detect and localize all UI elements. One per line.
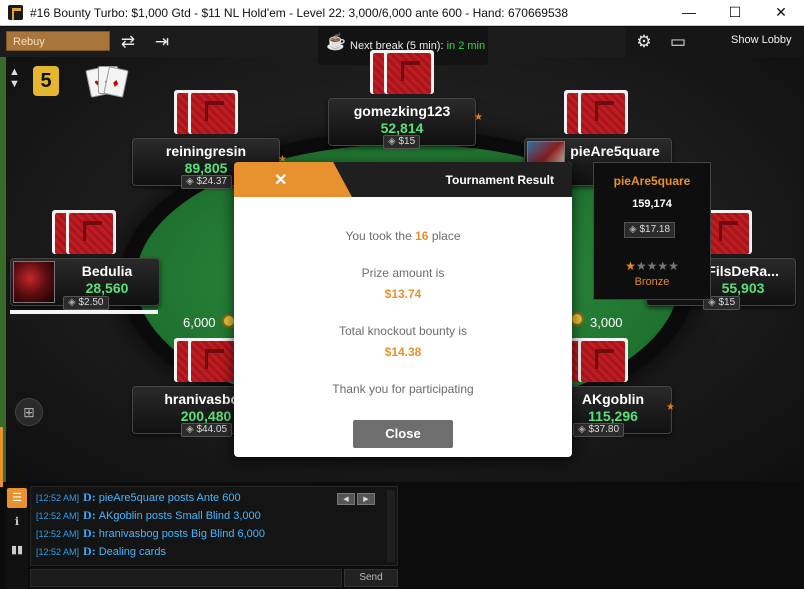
tooltip-rank: Bronze <box>634 276 670 288</box>
prize-label: Prize amount is <box>361 266 445 280</box>
player-stack: 115,296 <box>588 408 638 424</box>
next-break-eta: in 2 min <box>446 40 486 52</box>
info-icon[interactable]: ℹ <box>7 512 27 532</box>
avatar <box>13 261 55 303</box>
player-name: AKgoblin <box>581 391 645 407</box>
chat-line: [12:52 AM] D: Dealing cards <box>36 544 166 558</box>
player-seat-gomezking123[interactable]: gomezking123 52,814 $15 <box>328 98 476 149</box>
star-icon: ★ <box>666 402 675 413</box>
refresh-icon[interactable]: ⇄ <box>114 31 142 53</box>
player-name: pieAre5quare <box>570 143 660 159</box>
minimize-button[interactable]: — <box>666 0 712 26</box>
chat-line: [12:52 AM] D: AKgoblin posts Small Blind 3… <box>36 508 261 522</box>
dealer-icon: D: <box>83 544 96 558</box>
hole-cards <box>174 90 238 134</box>
close-button[interactable]: Close <box>353 420 453 448</box>
rating-stars: ★★★★★ <box>625 259 679 273</box>
chip-stack-icon <box>570 312 584 326</box>
app-logo-icon <box>8 5 23 20</box>
bounty-value: $14.38 <box>384 345 422 359</box>
place-line: You took the 16 place <box>345 229 461 243</box>
table-layout-icon[interactable]: ▭ <box>664 31 692 53</box>
bet-amount-left: 6,000 <box>183 315 216 330</box>
rebuy-button[interactable]: Rebuy <box>6 31 110 51</box>
player-bounty: $15 <box>383 135 421 149</box>
bounty-label: Total knockout bounty is <box>338 324 468 338</box>
star-icon: ★ <box>474 112 483 123</box>
dealer-icon: D: <box>83 526 96 540</box>
player-bounty: $44.05 <box>181 423 233 437</box>
tooltip-bounty: $17.18 <box>624 222 676 238</box>
hole-cards <box>370 50 434 94</box>
level-badge: 5 <box>33 66 59 96</box>
hole-cards <box>564 338 628 382</box>
chat-input[interactable] <box>30 569 342 587</box>
leave-table-icon[interactable]: ⇥ <box>148 31 176 53</box>
dealer-icon: D: <box>83 490 96 504</box>
hole-cards <box>174 338 238 382</box>
dealer-icon: D: <box>83 508 96 522</box>
send-button[interactable]: Send <box>344 569 398 587</box>
thanks-text: Thank you for participating <box>332 382 474 396</box>
settings-gear-icon[interactable]: ⚙ <box>630 31 658 53</box>
close-window-button[interactable]: ✕ <box>758 0 804 26</box>
chat-prev-button[interactable]: ◀ <box>337 493 355 505</box>
chat-scrollbar[interactable] <box>387 490 395 562</box>
cards-badge-icon: ♥ ♠ ♦ <box>85 64 129 98</box>
close-dialog-icon[interactable]: ✕ <box>274 170 287 190</box>
player-bounty: $24.37 <box>181 175 233 189</box>
player-name: reiningresin <box>165 143 247 159</box>
player-name: gomezking123 <box>353 103 451 119</box>
chat-next-button[interactable]: ▶ <box>357 493 375 505</box>
player-bounty: $2.50 <box>63 296 109 310</box>
place-value: 16 <box>415 229 429 243</box>
player-info-tooltip: pieAre5quare 159,174 $17.18 ★★★★★ Bronze <box>593 162 711 300</box>
player-name: Bedulia <box>81 263 133 279</box>
hole-cards <box>52 210 116 254</box>
stats-icon[interactable]: ▮▮ <box>7 540 27 560</box>
maximize-button[interactable]: ☐ <box>712 0 758 26</box>
show-lobby-button[interactable]: Show Lobby <box>731 34 792 46</box>
chat-tab-icon[interactable]: ☰ <box>7 488 27 508</box>
action-timer-bar <box>10 310 158 314</box>
player-stack: 52,814 <box>380 120 424 136</box>
chat-line: [12:52 AM] D: hranivasbog posts Big Blind … <box>36 526 266 540</box>
player-seat-bedulia[interactable]: Bedulia 28,560 $2.50 <box>10 258 160 310</box>
poker-table-window: #16 Bounty Turbo: $1,000 Gtd - $11 NL Ho… <box>0 0 804 589</box>
window-title: #16 Bounty Turbo: $1,000 Gtd - $11 NL Ho… <box>30 6 569 20</box>
player-bounty: $37.80 <box>573 423 625 437</box>
hole-cards <box>564 90 628 134</box>
collapse-arrows-icon[interactable]: ▲ ▼ <box>9 66 20 90</box>
tooltip-name: pieAre5quare <box>613 174 691 188</box>
title-bar: #16 Bounty Turbo: $1,000 Gtd - $11 NL Ho… <box>0 0 804 26</box>
gift-icon[interactable]: ⊞ <box>15 398 43 426</box>
dialog-header: ✕ Tournament Result <box>234 162 572 197</box>
coffee-cup-icon: ☕ <box>326 34 346 51</box>
side-strip <box>0 57 6 482</box>
player-stack: 28,560 <box>85 280 129 296</box>
bet-amount-right: 3,000 <box>590 315 623 330</box>
tournament-result-dialog: ✕ Tournament Result You took the 16 plac… <box>234 162 572 457</box>
dialog-title: Tournament Result <box>445 173 554 187</box>
chat-line: [12:52 AM] D: pieAre5quare posts Ante 600 <box>36 490 241 504</box>
tooltip-stack: 159,174 <box>632 198 672 210</box>
prize-value: $13.74 <box>384 287 422 301</box>
